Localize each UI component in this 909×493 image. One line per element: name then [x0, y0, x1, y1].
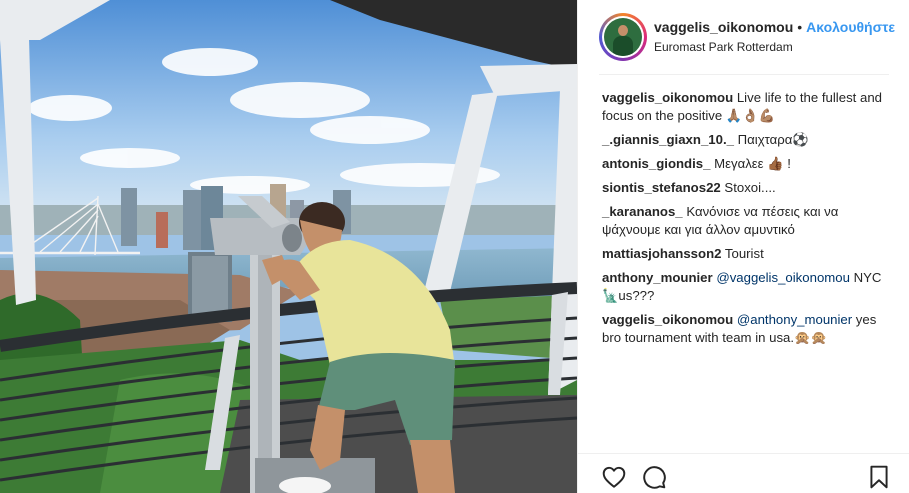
speech-bubble-icon[interactable] — [641, 464, 667, 490]
comment-author[interactable]: vaggelis_oikonomou — [602, 312, 733, 327]
comment-author[interactable]: siontis_stefanos22 — [602, 180, 721, 195]
list-item: mattiasjohansson2 Tourist — [602, 245, 892, 263]
comment-text: Παιχταρα⚽ — [737, 132, 809, 147]
post-photo[interactable] — [0, 0, 577, 493]
avatar-image — [604, 18, 642, 56]
caption-comment: vaggelis_oikonomou Live life to the full… — [602, 89, 892, 125]
comment-author[interactable]: _karananos_ — [602, 204, 683, 219]
comment-text: Μεγαλεε 👍🏾 ! — [714, 156, 791, 171]
action-bar — [578, 453, 909, 493]
follow-button[interactable]: Ακολουθήστε — [806, 19, 895, 35]
comment-mention[interactable]: @vaggelis_oikonomou — [716, 270, 850, 285]
post-author-username[interactable]: vaggelis_oikonomou — [654, 19, 793, 35]
comment-author[interactable]: vaggelis_oikonomou — [602, 90, 733, 105]
comment-author[interactable]: mattiasjohansson2 — [602, 246, 721, 261]
comment-text: Stoxoi.... — [724, 180, 776, 195]
avatar[interactable] — [599, 13, 647, 61]
comment-author[interactable]: _.giannis_giaxn_10._ — [602, 132, 734, 147]
list-item: vaggelis_oikonomou @anthony_mounier yes … — [602, 311, 892, 347]
separator-dot: • — [797, 19, 803, 35]
post-header: vaggelis_oikonomou • Ακολουθήστε Euromast … — [578, 0, 909, 75]
list-item: anthony_mounier @vaggelis_oikonomou NYC … — [602, 269, 892, 305]
post-details-panel: vaggelis_oikonomou • Ακολουθήστε Euromast … — [577, 0, 909, 493]
list-item: siontis_stefanos22 Stoxoi.... — [602, 179, 892, 197]
comment-mention[interactable]: @anthony_mounier — [737, 312, 852, 327]
heart-icon[interactable] — [601, 464, 627, 490]
bookmark-icon[interactable] — [866, 464, 892, 490]
location-link[interactable]: Euromast Park Rotterdam — [654, 39, 895, 55]
comment-author[interactable]: anthony_mounier — [602, 270, 713, 285]
comment-author[interactable]: antonis_giondis_ — [602, 156, 710, 171]
rotterdam-view-image — [0, 0, 577, 493]
list-item: _.giannis_giaxn_10._ Παιχταρα⚽ — [602, 131, 892, 149]
list-item: _karananos_ Κανόνισε να πέσεις και να ψά… — [602, 203, 892, 239]
comment-text: Tourist — [724, 246, 764, 261]
list-item: antonis_giondis_ Μεγαλεε 👍🏾 ! — [602, 155, 892, 173]
comments-list: vaggelis_oikonomou Live life to the full… — [602, 89, 892, 353]
divider — [599, 74, 889, 75]
